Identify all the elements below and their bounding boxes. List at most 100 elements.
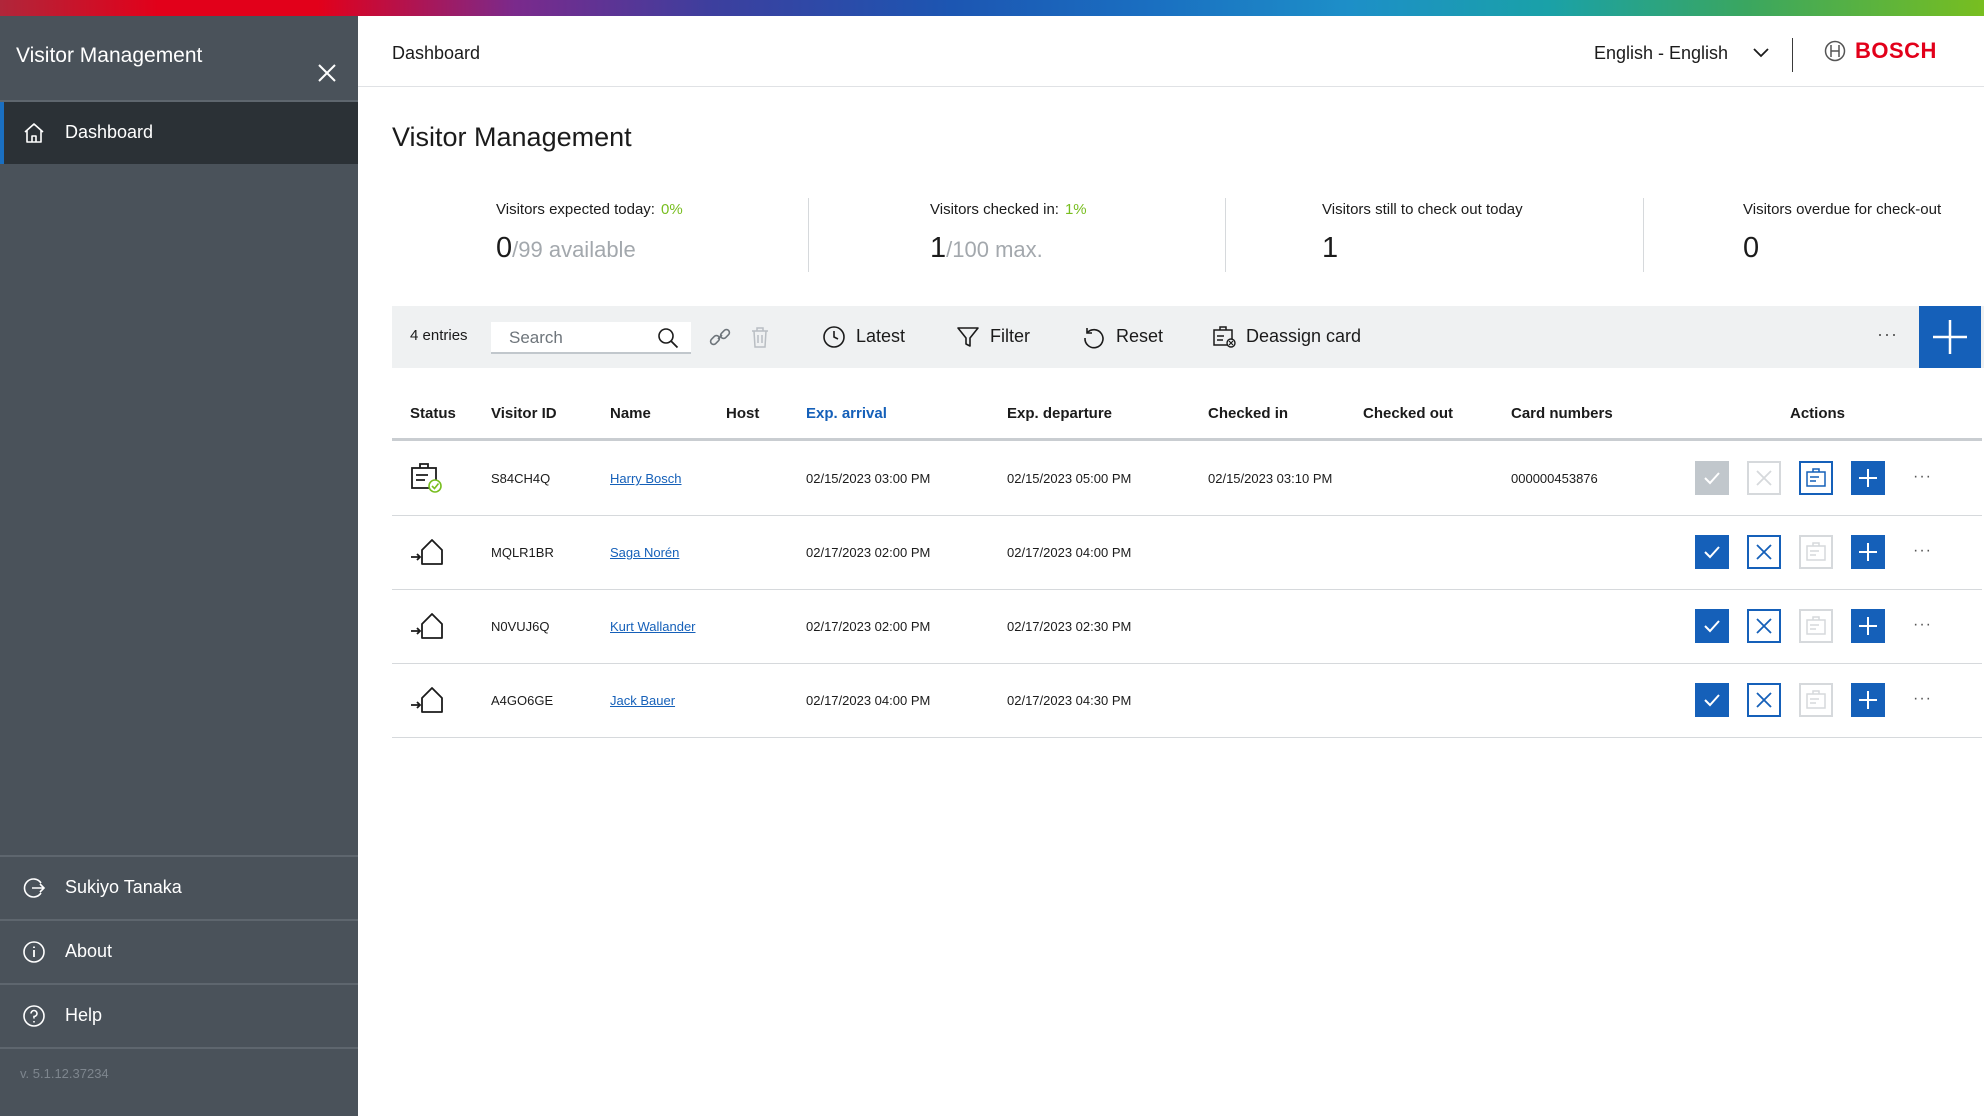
stat-divider [808,198,809,272]
column-header-exp-departure[interactable]: Exp. departure [1007,405,1112,422]
version-label: v. 5.1.12.37234 [20,1066,109,1081]
add-button[interactable] [1851,683,1885,717]
card-icon [1806,690,1826,709]
sidebar-item-label: Dashboard [65,122,154,142]
active-indicator [0,102,4,164]
assign-card-button [1799,609,1833,643]
plus-icon [1859,617,1877,635]
close-icon [1756,618,1772,634]
stat-value-checked-in: 1/100 max. [930,232,1043,264]
info-icon [23,941,45,963]
check-out-button[interactable] [1747,683,1781,717]
reset-icon [1084,328,1104,349]
assign-card-button [1799,683,1833,717]
link-icon[interactable] [707,324,733,350]
reset-button[interactable]: Reset [1116,326,1163,347]
row-more-button[interactable]: ··· [1913,616,1932,634]
brand-color-stripe [0,0,1984,16]
column-header-host[interactable]: Host [726,405,759,422]
exp-arrival: 02/17/2023 02:00 PM [806,619,931,634]
visitor-name-link[interactable]: Saga Norén [610,545,679,560]
stat-label-expected: Visitors expected today: 0% [496,201,683,218]
header-divider [1792,38,1793,72]
top-header: Dashboard English - English BOSCH [358,16,1984,87]
expected-arrival-icon [411,687,443,713]
deassign-card-button[interactable]: Deassign card [1246,326,1361,347]
sidebar-item-dashboard[interactable]: Dashboard [0,102,358,164]
language-selector[interactable]: English - English [1594,43,1728,64]
row-divider [392,515,1982,516]
search-icon[interactable] [657,327,679,349]
check-in-button[interactable] [1695,683,1729,717]
stat-value-to-check-out: 1 [1322,232,1339,264]
visitor-id: A4GO6GE [491,693,554,708]
column-header-checked-out[interactable]: Checked out [1363,405,1453,422]
visitor-id: S84CH4Q [491,471,551,486]
check-icon [1704,472,1720,485]
sidebar-item-help[interactable]: Help [0,985,358,1047]
help-icon [23,1005,45,1027]
visitor-id: MQLR1BR [491,545,554,560]
column-header-name[interactable]: Name [610,405,651,422]
sidebar-title: Visitor Management [16,44,203,67]
checked-in-status-icon [411,463,442,493]
column-header-checked-in[interactable]: Checked in [1208,405,1288,422]
chevron-down-icon[interactable] [1751,46,1771,60]
card-icon [1806,542,1826,561]
stat-sub: /100 max. [946,237,1043,262]
check-icon [1704,620,1720,633]
add-button[interactable] [1851,609,1885,643]
visitor-name-link[interactable]: Jack Bauer [610,693,675,708]
stat-percent: 1% [1064,201,1087,218]
card-icon [1806,468,1826,487]
check-out-button[interactable] [1747,609,1781,643]
stat-divider [1225,198,1226,272]
column-header-status[interactable]: Status [410,405,456,422]
stat-value-expected: 0/99 available [496,232,636,264]
user-name: Sukiyo Tanaka [65,877,182,897]
close-icon [1756,470,1772,486]
column-header-visitor-id[interactable]: Visitor ID [491,405,557,422]
search-input[interactable]: Search [491,322,691,354]
exp-departure: 02/17/2023 04:00 PM [1007,545,1132,560]
sidebar-divider [0,1047,358,1049]
exp-arrival: 02/17/2023 04:00 PM [806,693,931,708]
assign-card-button [1799,535,1833,569]
row-more-button[interactable]: ··· [1913,690,1932,708]
sidebar-item-about[interactable]: About [0,921,358,983]
column-header-exp-arrival[interactable]: Exp. arrival [806,405,887,422]
stat-sub: /99 available [512,237,636,262]
column-header-card-numbers[interactable]: Card numbers [1511,405,1613,422]
checked-in: 02/15/2023 03:10 PM [1208,471,1333,486]
visitor-name-link[interactable]: Kurt Wallander [610,619,696,634]
toolbar-more-button[interactable]: ··· [1877,324,1898,345]
bosch-logo-icon [1824,40,1846,62]
row-divider [392,737,1982,738]
add-button[interactable] [1851,461,1885,495]
sidebar-item-user[interactable]: Sukiyo Tanaka [0,857,358,919]
latest-button[interactable]: Latest [856,326,905,347]
check-in-button [1695,461,1729,495]
card-number: 000000453876 [1511,471,1598,486]
close-icon[interactable] [314,60,340,86]
sidebar-item-label: Help [65,1005,103,1025]
row-more-button[interactable]: ··· [1913,542,1932,560]
filter-button[interactable]: Filter [990,326,1030,347]
exp-departure: 02/15/2023 05:00 PM [1007,471,1132,486]
close-icon [1756,544,1772,560]
check-out-button [1747,461,1781,495]
check-in-button[interactable] [1695,535,1729,569]
check-icon [1704,546,1720,559]
check-in-button[interactable] [1695,609,1729,643]
assign-card-button[interactable] [1799,461,1833,495]
visitor-name-link[interactable]: Harry Bosch [610,471,682,486]
visitor-id: N0VUJ6Q [491,619,550,634]
check-icon [1704,694,1720,707]
check-out-button[interactable] [1747,535,1781,569]
row-divider [392,663,1982,664]
plus-icon [1933,320,1967,354]
add-button[interactable] [1851,535,1885,569]
row-more-button[interactable]: ··· [1913,468,1932,486]
close-icon [1756,692,1772,708]
add-visitor-button[interactable] [1919,306,1981,368]
